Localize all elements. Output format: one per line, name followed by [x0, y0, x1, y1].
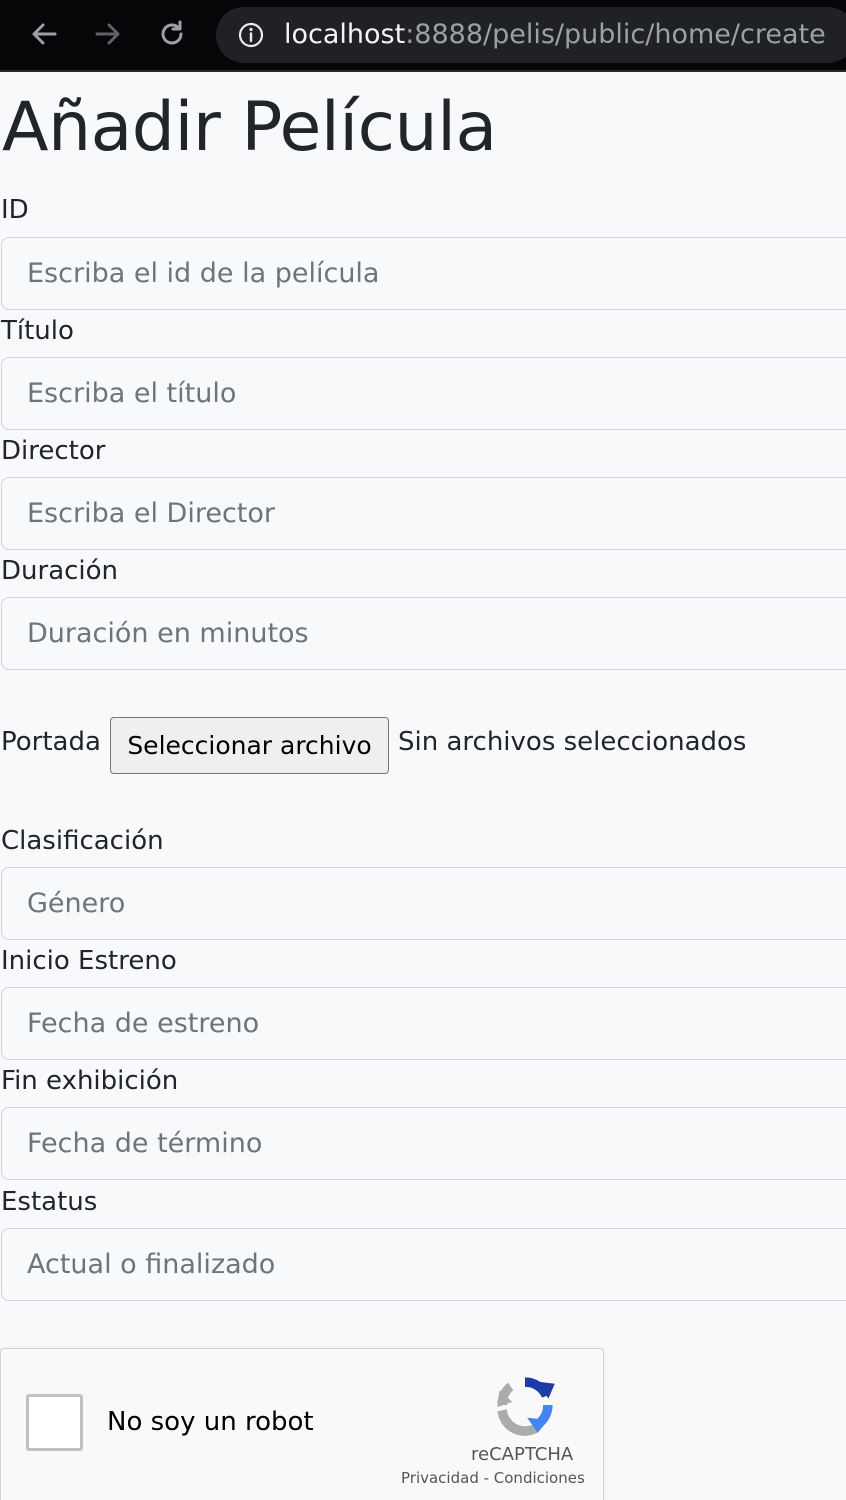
address-bar[interactable]: localhost:8888/pelis/public/home/create [216, 7, 846, 63]
url-text[interactable]: localhost:8888/pelis/public/home/create [284, 7, 826, 63]
url-host: localhost [284, 19, 406, 50]
url-path: :8888/pelis/public/home/create [405, 19, 826, 50]
fin-exhibicion-input[interactable] [1, 1107, 846, 1180]
id-label: ID [1, 195, 29, 225]
clasificacion-input[interactable] [1, 867, 846, 940]
page-title: Añadir Película [2, 88, 497, 167]
titulo-label: Título [1, 316, 74, 346]
titulo-input[interactable] [1, 357, 846, 430]
browser-toolbar: localhost:8888/pelis/public/home/create [0, 0, 846, 72]
fin-exhibicion-label: Fin exhibición [1, 1066, 179, 1096]
back-arrow-icon[interactable] [24, 14, 64, 54]
portada-label: Portada [1, 727, 101, 757]
inicio-estreno-input[interactable] [1, 987, 846, 1060]
estatus-label: Estatus [1, 1187, 98, 1217]
recaptcha-logo-icon [497, 1377, 555, 1436]
recaptcha-label: No soy un robot [107, 1407, 314, 1437]
recaptcha-widget: No soy un robot reCAPTCHA Privacidad - C… [0, 1348, 604, 1500]
file-status-text: Sin archivos seleccionados [398, 727, 747, 757]
director-input[interactable] [1, 477, 846, 550]
duracion-input[interactable] [1, 597, 846, 670]
id-input[interactable] [1, 237, 846, 310]
recaptcha-links[interactable]: Privacidad - Condiciones [401, 1469, 585, 1487]
site-info-icon[interactable] [238, 22, 264, 48]
clasificacion-label: Clasificación [1, 826, 164, 856]
director-label: Director [1, 436, 106, 466]
recaptcha-checkbox[interactable] [26, 1394, 83, 1451]
file-select-button[interactable]: Seleccionar archivo [110, 717, 389, 774]
recaptcha-brand: reCAPTCHA [471, 1444, 574, 1465]
forward-arrow-icon[interactable] [88, 14, 128, 54]
inicio-estreno-label: Inicio Estreno [1, 946, 177, 976]
estatus-input[interactable] [1, 1228, 846, 1301]
duracion-label: Duración [1, 556, 119, 586]
reload-icon[interactable] [152, 14, 192, 54]
